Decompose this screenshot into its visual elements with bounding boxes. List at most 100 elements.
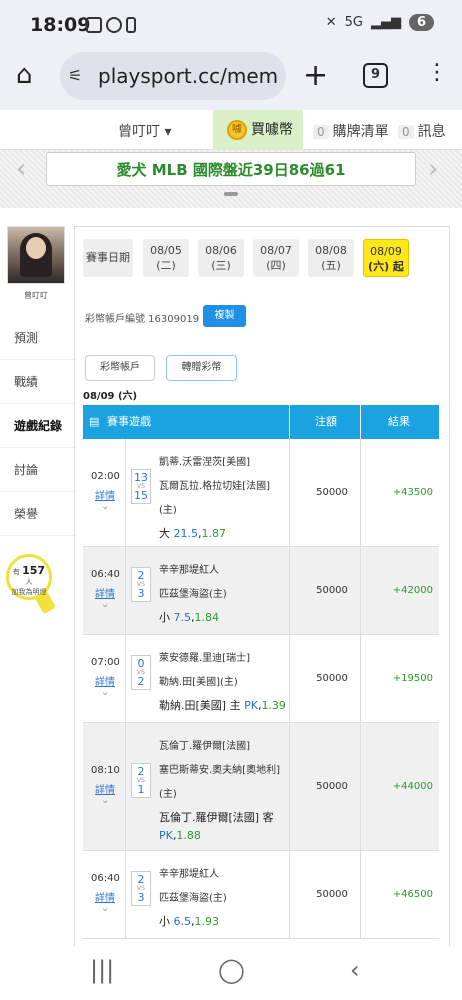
bet-line: 21.5 (173, 527, 199, 540)
day-text: (六) 起 (368, 260, 404, 273)
bet-line: 7.5 (173, 611, 192, 624)
sidebar-item-predict[interactable]: 預測 (0, 316, 76, 360)
score-home: 2 (137, 765, 145, 778)
bet-odds: 1.88 (176, 829, 201, 842)
score-away: 15 (134, 489, 148, 502)
site-nav: 曾叮叮 ▾ 噱 買噱幣 0 購牌清單 0 訊息 (0, 110, 462, 150)
score-box: 13 VS 15 (131, 469, 151, 504)
recent-apps-icon[interactable]: ||| (90, 956, 114, 984)
main-panel: 賽事日期 08/05 (二) 08/06 (三) 08/07 (四) 08/08 (五)… (74, 226, 450, 946)
table-row: 06:40 詳情 ⌄ 2 VS 3 辛辛那堤紅人 匹茲堡海盜(主) 小 7.5,1.84 5000… (83, 547, 439, 635)
network-label: 5G (344, 15, 363, 30)
site-settings-icon[interactable]: ⚟ (68, 66, 82, 85)
cart-link[interactable]: 0 購牌清單 (313, 121, 389, 141)
buy-coins-button[interactable]: 噱 買噱幣 (213, 110, 303, 150)
bet-result: +44000 (392, 781, 433, 792)
mute-icon: ✕ (325, 15, 337, 30)
username[interactable]: 曾叮叮 (0, 290, 72, 301)
header-bet: 注額 (315, 415, 337, 428)
chevron-down-icon[interactable]: ⌄ (101, 599, 109, 610)
msg-count: 0 (398, 125, 414, 139)
chevron-down-icon[interactable]: ⌄ (101, 687, 109, 698)
copy-button[interactable]: 複製 (203, 305, 246, 327)
bet-result: +19500 (392, 673, 433, 684)
bet-result: +42000 (392, 585, 433, 596)
date-button[interactable]: 08/06 (三) (198, 239, 244, 277)
menu-icon[interactable]: ⋮ (426, 60, 448, 85)
tab-switcher-button[interactable]: 9 (363, 63, 388, 88)
chevron-down-icon[interactable]: ⌄ (101, 795, 109, 806)
date-button[interactable]: 08/05 (二) (143, 239, 189, 277)
bet-amount: 50000 (316, 781, 348, 792)
tab-transfer-coins[interactable]: 轉贈彩幣 (166, 355, 237, 381)
detail-link[interactable]: 詳情 (95, 889, 115, 904)
new-tab-icon[interactable]: + (303, 58, 328, 93)
match-time: 02:00 (91, 471, 120, 482)
user-menu[interactable]: 曾叮叮 ▾ (118, 121, 171, 141)
bet-selection: 瓦倫丁.羅伊爾[法國] 客 PK,1.88 (159, 811, 274, 842)
team-home: 塞巴斯蒂安.奧夫納[奧地利] (159, 765, 280, 776)
game-table: ▤ 賽事遊戲 注額 結果 02:00 詳情 ⌄ 13 VS 15 凱蒂.沃雷涅茨[美國] 瓦爾… (83, 405, 439, 939)
table-header: ▤ 賽事遊戲 注額 結果 (83, 405, 439, 439)
team-home: 匹茲堡海盜(主) (159, 893, 227, 904)
date-text: 08/08 (315, 244, 347, 257)
match-time: 06:40 (91, 873, 120, 884)
team-home-tag: (主) (159, 789, 177, 800)
score-box: 0 VS 2 (131, 655, 151, 690)
address-bar[interactable]: ⚟ playsport.cc/membe (60, 52, 286, 100)
chevron-down-icon[interactable]: ⌄ (101, 501, 109, 512)
bet-odds: 1.84 (194, 611, 220, 624)
bet-pick: 小 (159, 915, 170, 928)
team-away: 辛辛那堤紅人 (159, 565, 219, 576)
signal-icon: ▂▄▆ (370, 15, 401, 30)
header-result: 結果 (388, 415, 410, 428)
bulb-count: 157 (22, 564, 46, 577)
url-text: playsport.cc/membe (98, 64, 278, 88)
back-icon[interactable]: ‹ (350, 956, 360, 984)
bet-selection: 小 6.5,1.93 (159, 915, 219, 928)
date-text: 08/09 (370, 245, 402, 258)
msg-label: 訊息 (417, 124, 446, 140)
table-row: 07:00 詳情 ⌄ 0 VS 2 萊安德羅.里迪[瑞士] 勒納.田[美國](主) 勒納.田[美… (83, 635, 439, 723)
detail-link[interactable]: 詳情 (95, 781, 115, 796)
team-away: 瓦倫丁.羅伊爾[法國] (159, 741, 250, 752)
sidebar-item-honor[interactable]: 榮譽 (0, 492, 76, 536)
messages-link[interactable]: 0 訊息 (398, 121, 446, 141)
sidebar-item-game-history[interactable]: 遊戲紀錄 (0, 404, 76, 448)
banner-text[interactable]: 愛犬 MLB 國際盤近39日86過61 (46, 152, 416, 186)
follow-bulb-button[interactable]: 有 157 人 加我為明燈 (6, 554, 52, 600)
match-time: 08:10 (91, 765, 120, 776)
tab-coin-account[interactable]: 彩幣帳戶 (85, 355, 155, 381)
date-text: 08/05 (150, 244, 182, 257)
bulb-text: 加我為明燈 (11, 588, 47, 596)
sidebar-item-record[interactable]: 戰績 (0, 360, 76, 404)
status-bar: 18:09 ✕ 5G ▂▄▆ 6 (0, 0, 462, 52)
score-box: 2 VS 3 (131, 567, 151, 602)
banner-prev-icon[interactable]: ‹ (16, 154, 26, 184)
banner-next-icon[interactable]: › (428, 154, 438, 184)
day-text: (二) (156, 259, 176, 272)
bet-line: 6.5 (173, 915, 192, 928)
bet-pick: 小 (159, 611, 170, 624)
detail-link[interactable]: 詳情 (95, 487, 115, 502)
detail-link[interactable]: 詳情 (95, 673, 115, 688)
date-button-selected[interactable]: 08/09 (六) 起 (363, 239, 409, 277)
match-time: 06:40 (91, 569, 120, 580)
date-button[interactable]: 08/08 (五) (308, 239, 354, 277)
bulb-suffix: 人 (25, 578, 33, 586)
score-away: 2 (137, 675, 145, 688)
bet-line: PK (244, 699, 258, 712)
detail-link[interactable]: 詳情 (95, 585, 115, 600)
home-circle-icon[interactable]: ◯ (218, 956, 245, 984)
date-header: 08/09 (六) (83, 391, 138, 402)
bet-result: +43500 (392, 487, 433, 498)
chevron-down-icon[interactable]: ⌄ (101, 903, 109, 914)
home-icon[interactable]: ⌂ (16, 60, 33, 90)
bulb-prefix: 有 (12, 568, 20, 576)
avatar[interactable] (7, 226, 65, 284)
date-button[interactable]: 08/07 (四) (253, 239, 299, 277)
bet-pick: 瓦倫丁.羅伊爾[法國] 客 (159, 811, 274, 824)
bet-amount: 50000 (316, 585, 348, 596)
sidebar-item-discussion[interactable]: 討論 (0, 448, 76, 492)
table-row: 02:00 詳情 ⌄ 13 VS 15 凱蒂.沃雷涅茨[美國] 瓦爾瓦拉.格拉切娃[法國] (主… (83, 439, 439, 547)
